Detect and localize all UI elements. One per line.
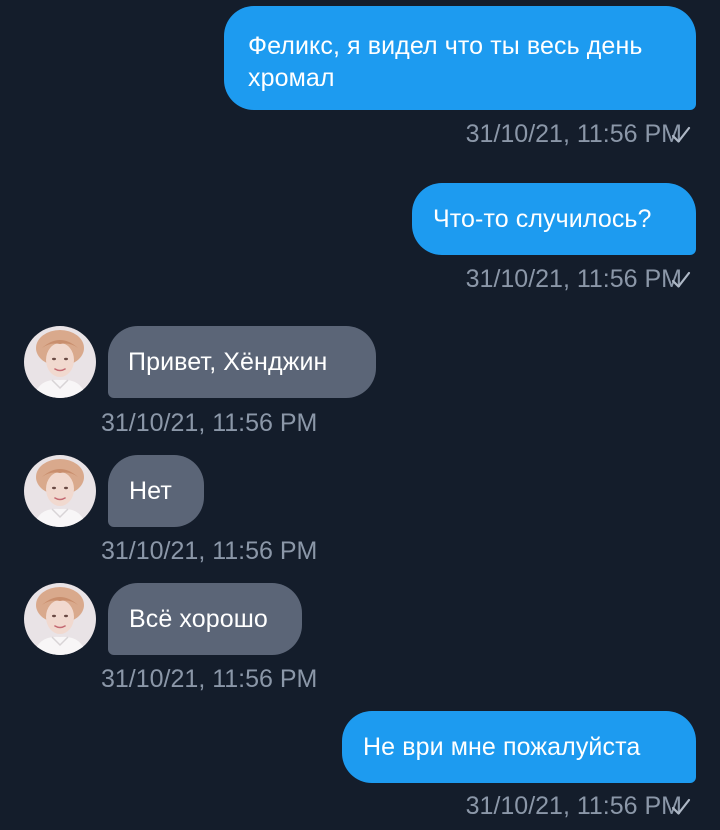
sent-check-icon xyxy=(671,798,691,815)
avatar-photo xyxy=(24,326,96,398)
avatar-photo xyxy=(24,455,96,527)
incoming-message-bubble[interactable]: Привет, Хёнджин xyxy=(108,326,376,398)
message-text: Не ври мне пожалуйста xyxy=(363,733,641,761)
message-text: Что-то случилось? xyxy=(433,205,652,233)
avatar-photo xyxy=(24,583,96,655)
outgoing-message-bubble[interactable]: Что-то случилось? xyxy=(412,183,696,255)
outgoing-message-bubble[interactable]: Не ври мне пожалуйста xyxy=(342,711,696,783)
message-timestamp: 31/10/21, 11:56 PM xyxy=(101,537,318,565)
contact-avatar[interactable] xyxy=(24,326,96,398)
sent-check-icon xyxy=(671,271,691,288)
message-timestamp: 31/10/21, 11:56 PM xyxy=(101,409,318,437)
message-text: Нет xyxy=(129,477,172,505)
message-text: Феликс, я видел что ты весь день хромал xyxy=(248,32,643,92)
message-timestamp: 31/10/21, 11:56 PM xyxy=(465,120,682,148)
incoming-message-bubble[interactable]: Всё хорошо xyxy=(108,583,302,655)
message-text: Всё хорошо xyxy=(129,605,268,633)
chat-thread: Феликс, я видел что ты весь день хромал … xyxy=(0,0,720,830)
message-text: Привет, Хёнджин xyxy=(128,348,328,376)
outgoing-message-bubble[interactable]: Феликс, я видел что ты весь день хромал xyxy=(224,6,696,110)
message-timestamp: 31/10/21, 11:56 PM xyxy=(465,265,682,293)
message-timestamp: 31/10/21, 11:56 PM xyxy=(465,792,682,820)
sent-check-icon xyxy=(671,126,691,143)
contact-avatar[interactable] xyxy=(24,455,96,527)
message-timestamp: 31/10/21, 11:56 PM xyxy=(101,665,318,693)
incoming-message-bubble[interactable]: Нет xyxy=(108,455,204,527)
contact-avatar[interactable] xyxy=(24,583,96,655)
